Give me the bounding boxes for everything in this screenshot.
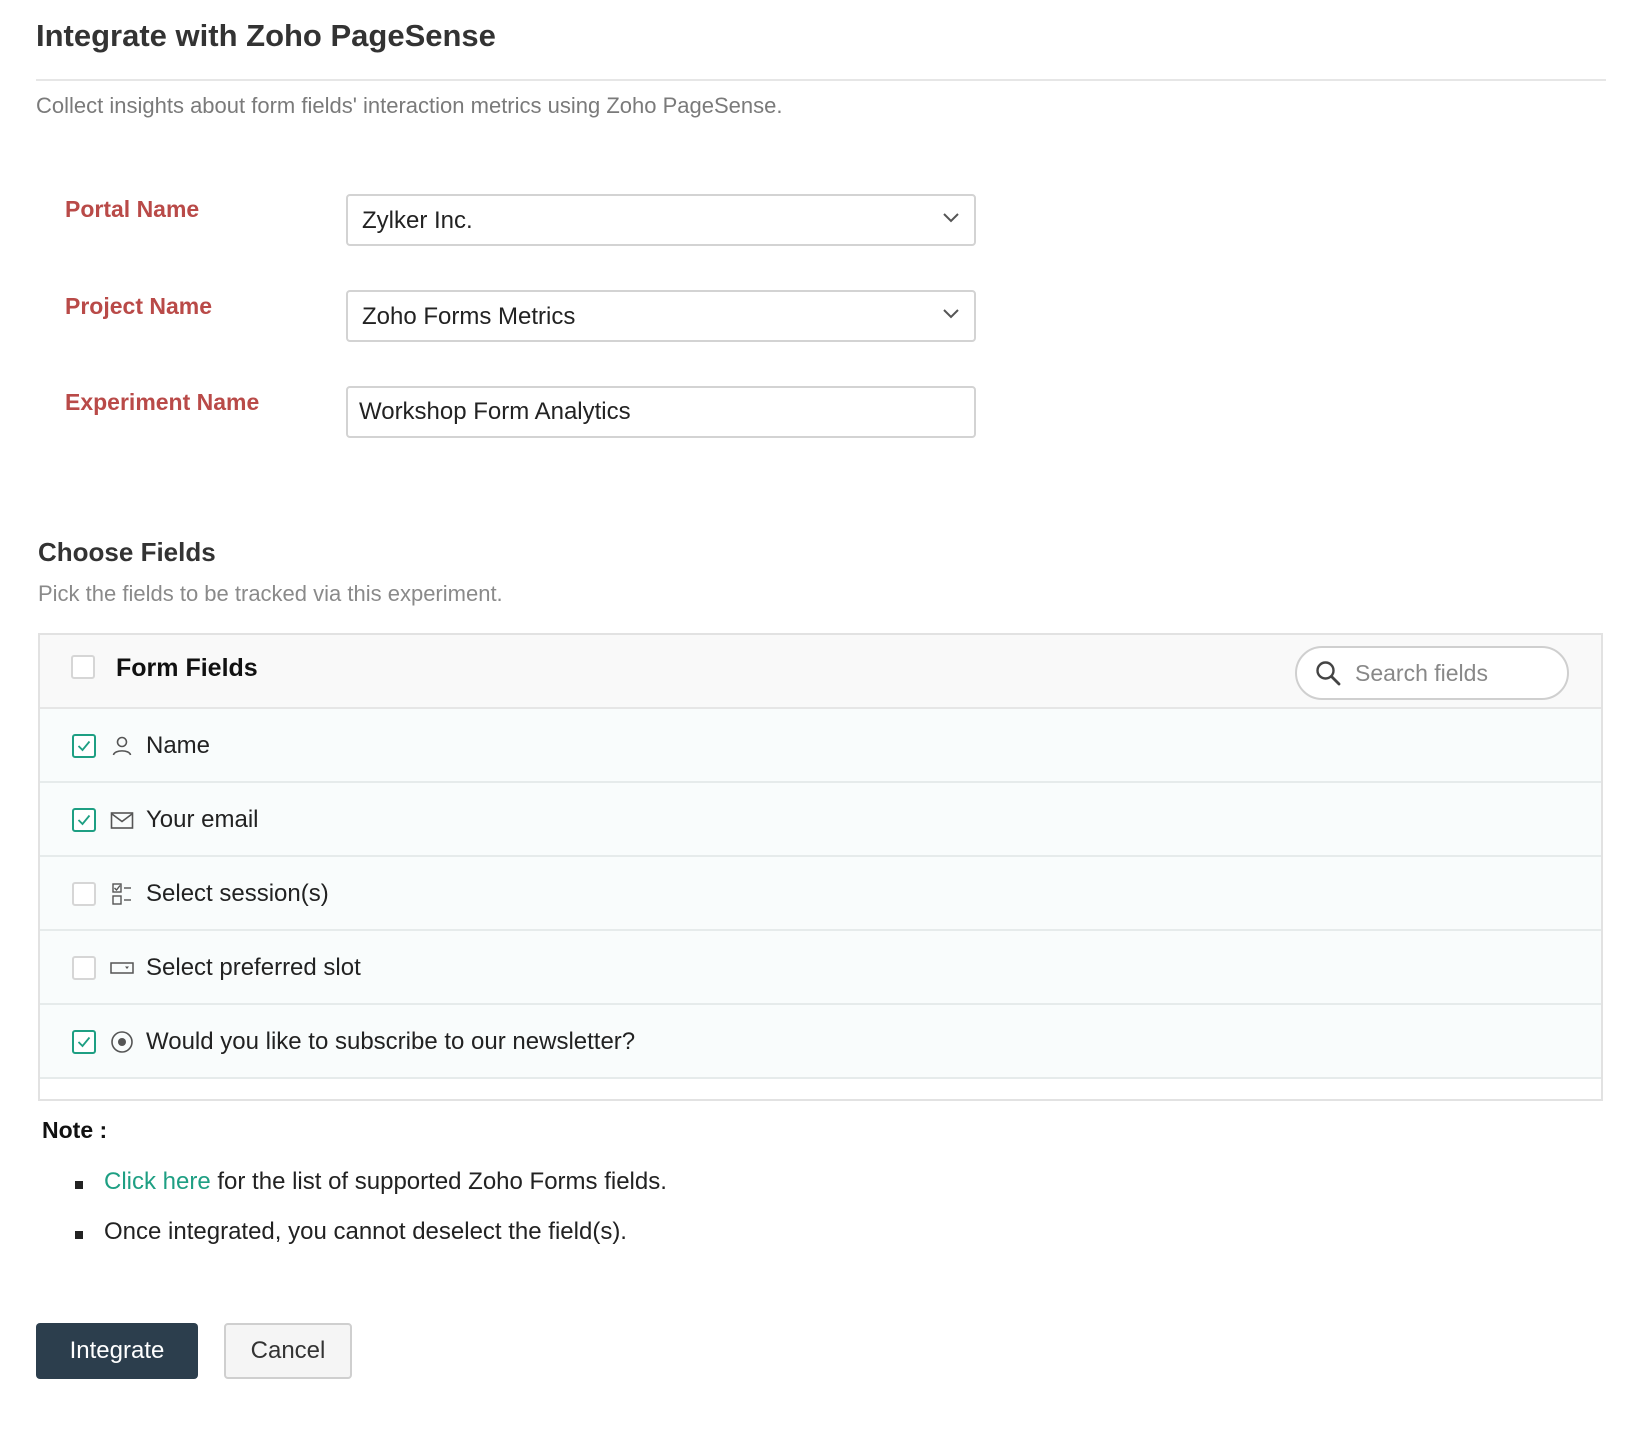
field-row-newsletter[interactable]: Would you like to subscribe to our newsl… bbox=[40, 1005, 1601, 1079]
field-checkbox[interactable] bbox=[72, 956, 96, 980]
check-icon bbox=[77, 1036, 91, 1048]
portal-name-value: Zylker Inc. bbox=[362, 207, 473, 234]
experiment-name-input[interactable] bbox=[348, 388, 974, 436]
experiment-name-label: Experiment Name bbox=[65, 389, 260, 415]
field-checkbox[interactable] bbox=[72, 882, 96, 906]
dropdown-field-icon bbox=[110, 962, 134, 974]
cancel-button[interactable]: Cancel bbox=[224, 1323, 352, 1379]
field-checkbox[interactable] bbox=[72, 1030, 96, 1054]
field-row-name[interactable]: Name bbox=[40, 709, 1601, 783]
title-divider bbox=[36, 79, 1606, 81]
chevron-down-icon bbox=[943, 213, 959, 223]
person-icon bbox=[112, 736, 132, 756]
integrate-button[interactable]: Integrate bbox=[36, 1323, 198, 1379]
supported-fields-link[interactable]: Click here bbox=[104, 1168, 211, 1195]
portal-name-select[interactable]: Zylker Inc. bbox=[346, 194, 976, 246]
field-label: Would you like to subscribe to our newsl… bbox=[146, 1028, 636, 1055]
form-fields-panel: Form Fields Name bbox=[38, 633, 1603, 1101]
field-row-sessions[interactable]: Select session(s) bbox=[40, 857, 1601, 931]
field-label: Your email bbox=[146, 806, 259, 833]
form-fields-header: Form Fields bbox=[40, 635, 1601, 709]
email-icon bbox=[110, 812, 134, 829]
project-name-value: Zoho Forms Metrics bbox=[362, 303, 576, 330]
form-fields-header-label: Form Fields bbox=[116, 654, 258, 682]
field-row-slot[interactable]: Select preferred slot bbox=[40, 931, 1601, 1005]
project-name-select[interactable]: Zoho Forms Metrics bbox=[346, 290, 976, 342]
experiment-name-field[interactable] bbox=[346, 386, 976, 438]
bullet bbox=[75, 1181, 83, 1189]
field-label: Select preferred slot bbox=[146, 954, 361, 981]
note-title: Note : bbox=[42, 1117, 108, 1143]
choose-fields-title: Choose Fields bbox=[38, 537, 216, 567]
checklist-icon bbox=[112, 883, 131, 905]
note-item-supported-fields: Click here for the list of supported Zoh… bbox=[104, 1168, 667, 1196]
portal-name-label: Portal Name bbox=[65, 196, 200, 222]
page-title: Integrate with Zoho PageSense bbox=[36, 18, 496, 53]
search-icon bbox=[1316, 661, 1341, 686]
field-row-email[interactable]: Your email bbox=[40, 783, 1601, 857]
radio-icon bbox=[111, 1031, 133, 1053]
check-icon bbox=[77, 814, 91, 826]
field-checkbox[interactable] bbox=[72, 808, 96, 832]
search-box[interactable] bbox=[1295, 646, 1569, 700]
project-name-label: Project Name bbox=[65, 293, 213, 319]
note-item-deselect-warning: Once integrated, you cannot deselect the… bbox=[104, 1218, 627, 1245]
field-checkbox[interactable] bbox=[72, 734, 96, 758]
field-label: Select session(s) bbox=[146, 880, 329, 907]
page-subtitle: Collect insights about form fields' inte… bbox=[36, 93, 783, 118]
chevron-down-icon bbox=[943, 309, 959, 319]
select-all-checkbox[interactable] bbox=[71, 655, 95, 679]
choose-fields-description: Pick the fields to be tracked via this e… bbox=[38, 581, 503, 606]
field-label: Name bbox=[146, 732, 211, 759]
search-input[interactable] bbox=[1355, 648, 1555, 698]
check-icon bbox=[77, 740, 91, 752]
bullet bbox=[75, 1231, 83, 1239]
note-item-text: for the list of supported Zoho Forms fie… bbox=[210, 1168, 667, 1195]
